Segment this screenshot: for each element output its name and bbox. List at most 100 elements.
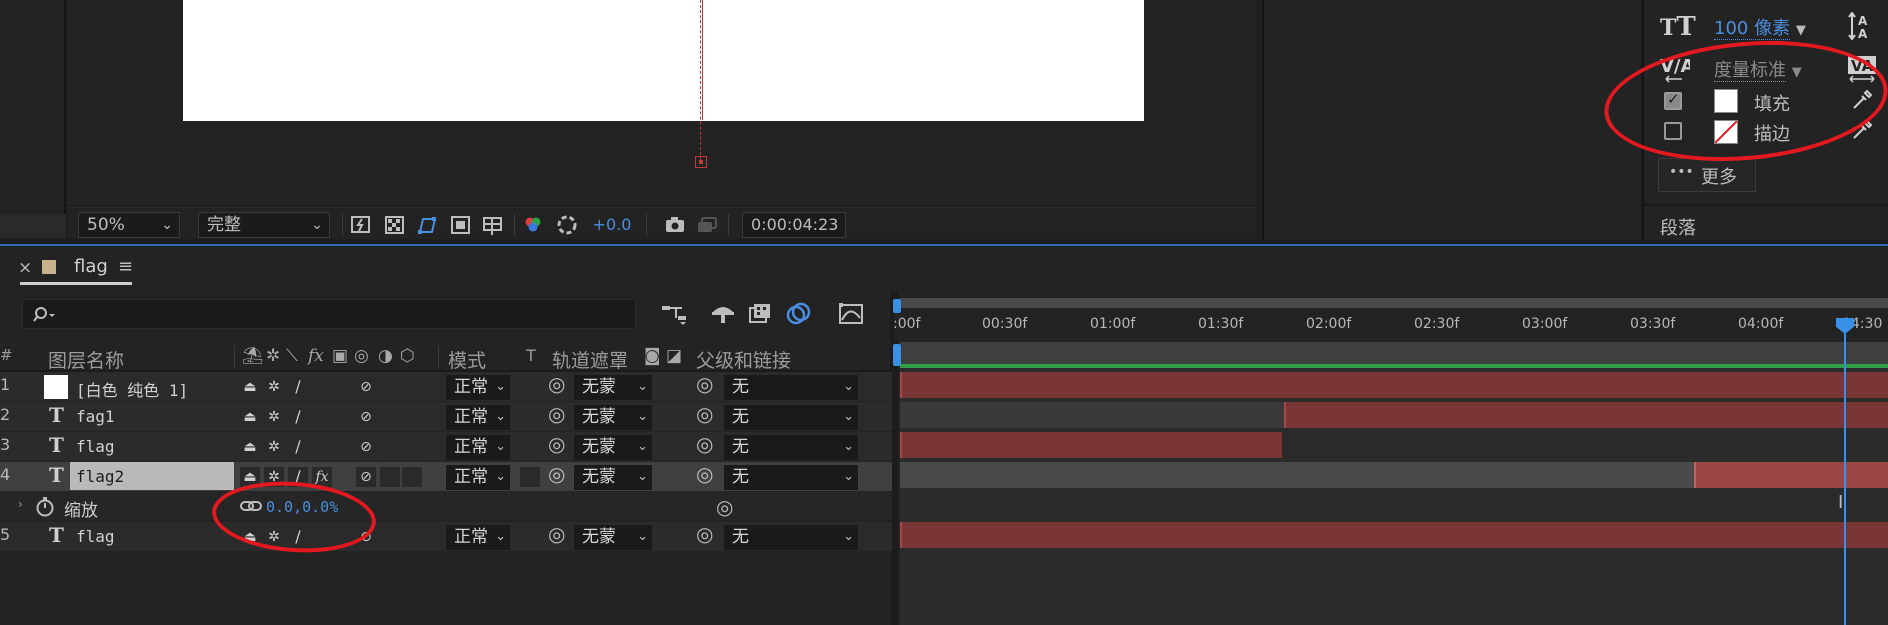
- mode-dropdown[interactable]: 正常 ⌄: [446, 465, 510, 490]
- fast-preview-icon[interactable]: [350, 214, 372, 236]
- mode-dropdown[interactable]: 正常 ⌄: [446, 405, 510, 430]
- 3d-toggle: [402, 407, 422, 427]
- preserve-transparency-toggle[interactable]: [520, 407, 540, 427]
- parent-pick-whip-icon[interactable]: ◎: [696, 462, 713, 486]
- motion-blur-toggle[interactable]: ⊘: [356, 377, 376, 397]
- parent-pick-whip-icon[interactable]: ◎: [696, 522, 713, 546]
- motion-blur-toggle[interactable]: ⊘: [356, 467, 376, 487]
- quality-switch-icon: ⟍: [286, 346, 298, 366]
- grid-guides-icon[interactable]: [482, 214, 504, 236]
- layer-name[interactable]: flag: [76, 437, 115, 456]
- matte-pick-whip-icon[interactable]: ◎: [548, 462, 565, 486]
- matte-pick-whip-icon[interactable]: ◎: [548, 372, 565, 396]
- chevron-down-icon: ⌄: [637, 529, 648, 544]
- shy-toggle[interactable]: ⏏: [240, 377, 260, 397]
- region-of-interest-icon[interactable]: [450, 214, 472, 236]
- matte-invert-icon: ◪: [666, 346, 683, 366]
- composition-icon: [42, 260, 56, 274]
- work-area-begin-marker[interactable]: [893, 344, 901, 366]
- collapse-toggle[interactable]: ✲: [264, 437, 284, 457]
- track-matte-dropdown[interactable]: 无蒙 ⌄: [574, 405, 652, 430]
- pick-whip-icon[interactable]: ◎: [716, 495, 733, 519]
- font-size-value[interactable]: 100 像素 ▼: [1714, 14, 1806, 40]
- show-snapshot-icon[interactable]: [696, 214, 718, 236]
- tab-menu-icon[interactable]: ≡: [118, 256, 133, 277]
- shy-switch-icon: ⛱: [242, 346, 264, 366]
- graph-editor-icon[interactable]: [838, 302, 864, 330]
- collapse-arrow-icon[interactable]: ›: [18, 497, 23, 511]
- preserve-transparency-toggle[interactable]: [520, 437, 540, 457]
- channels-icon[interactable]: [522, 214, 544, 236]
- composition-tab[interactable]: flag: [74, 256, 108, 277]
- track-matte-dropdown[interactable]: 无蒙 ⌄: [574, 375, 652, 400]
- more-button[interactable]: ••• 更多: [1658, 158, 1756, 192]
- property-row: › 缩放 0.0,0.0% ◎: [0, 492, 892, 521]
- track-matte-dropdown[interactable]: 无蒙 ⌄: [574, 435, 652, 460]
- collapse-toggle[interactable]: ✲: [264, 407, 284, 427]
- parent-dropdown[interactable]: 无 ⌄: [724, 405, 858, 430]
- work-area-track: [900, 342, 1888, 364]
- motion-blur-toggle[interactable]: ⊘: [356, 437, 376, 457]
- transparency-grid-icon[interactable]: [384, 214, 406, 236]
- motion-blur-toggle[interactable]: ⊘: [356, 407, 376, 427]
- mask-path-visibility-icon[interactable]: [416, 214, 438, 236]
- exposure-value[interactable]: +0.0: [588, 214, 636, 236]
- parent-pick-whip-icon[interactable]: ◎: [696, 402, 713, 426]
- collapse-toggle[interactable]: ✲: [264, 377, 284, 397]
- anchor-guide: [700, 0, 701, 160]
- matte-pick-whip-icon[interactable]: ◎: [548, 432, 565, 456]
- layer-name[interactable]: [白色 纯色 1]: [76, 377, 188, 401]
- parent-dropdown[interactable]: 无 ⌄: [724, 375, 858, 400]
- parent-pick-whip-icon[interactable]: ◎: [696, 432, 713, 456]
- mode-dropdown[interactable]: 正常 ⌄: [446, 435, 510, 460]
- layer-name[interactable]: flag: [76, 527, 115, 546]
- motion-blur-icon[interactable]: [786, 302, 812, 330]
- parent-pick-whip-icon[interactable]: ◎: [696, 372, 713, 396]
- composition-mini-flowchart-icon[interactable]: [660, 302, 688, 330]
- preserve-transparency-toggle[interactable]: [520, 377, 540, 397]
- matte-pick-whip-icon[interactable]: ◎: [548, 522, 565, 546]
- mode-dropdown[interactable]: 正常 ⌄: [446, 525, 510, 550]
- work-area-start-handle[interactable]: [893, 299, 901, 313]
- layer-bar[interactable]: [900, 432, 1282, 458]
- current-time-indicator[interactable]: [1844, 320, 1846, 625]
- layer-bar[interactable]: [900, 372, 1888, 398]
- close-tab-icon[interactable]: ×: [18, 258, 32, 278]
- layer-search-input[interactable]: [22, 299, 636, 329]
- current-time-display[interactable]: 0:00:04:23: [742, 212, 846, 238]
- camera-snapshot-icon[interactable]: [664, 214, 686, 236]
- track-matte-dropdown[interactable]: 无蒙 ⌄: [574, 525, 652, 550]
- solid-layer-icon: [44, 375, 68, 399]
- matte-pick-whip-icon[interactable]: ◎: [548, 402, 565, 426]
- shy-toggle[interactable]: ⏏: [240, 407, 260, 427]
- layer-number: 3: [0, 435, 11, 454]
- quality-toggle[interactable]: ∕: [288, 437, 308, 457]
- layer-name[interactable]: fag1: [76, 407, 115, 426]
- track-matte-dropdown[interactable]: 无蒙 ⌄: [574, 465, 652, 490]
- frame-blending-icon[interactable]: [748, 302, 774, 330]
- layer-bar-selected[interactable]: [1694, 462, 1888, 488]
- resolution-dropdown[interactable]: 完整 ⌄: [198, 212, 330, 238]
- preserve-transparency-toggle[interactable]: [520, 527, 540, 547]
- preserve-transparency-toggle[interactable]: [520, 467, 540, 487]
- text-layer-icon: T: [49, 433, 64, 457]
- layer-bar[interactable]: [1284, 402, 1888, 428]
- shy-toggle[interactable]: ⏏: [240, 437, 260, 457]
- color-management-icon[interactable]: [556, 214, 578, 236]
- mode-dropdown[interactable]: 正常 ⌄: [446, 375, 510, 400]
- quality-toggle[interactable]: ∕: [288, 377, 308, 397]
- shy-layers-icon[interactable]: [710, 302, 736, 330]
- parent-dropdown[interactable]: 无 ⌄: [724, 525, 858, 550]
- layer-bar[interactable]: [900, 522, 1888, 548]
- stopwatch-icon[interactable]: [34, 496, 56, 518]
- track-matte-value: 无蒙: [582, 407, 616, 427]
- work-area-bar[interactable]: [900, 298, 1888, 308]
- layer-name[interactable]: flag2: [76, 467, 124, 486]
- quality-toggle[interactable]: ∕: [288, 407, 308, 427]
- parent-dropdown[interactable]: 无 ⌄: [724, 435, 858, 460]
- layer-name-header[interactable]: 图层名称: [48, 346, 124, 373]
- magnification-dropdown[interactable]: 50% ⌄: [78, 212, 180, 238]
- composition-canvas[interactable]: [183, 0, 1144, 121]
- parent-dropdown[interactable]: 无 ⌄: [724, 465, 858, 490]
- property-track-row: [900, 492, 1888, 520]
